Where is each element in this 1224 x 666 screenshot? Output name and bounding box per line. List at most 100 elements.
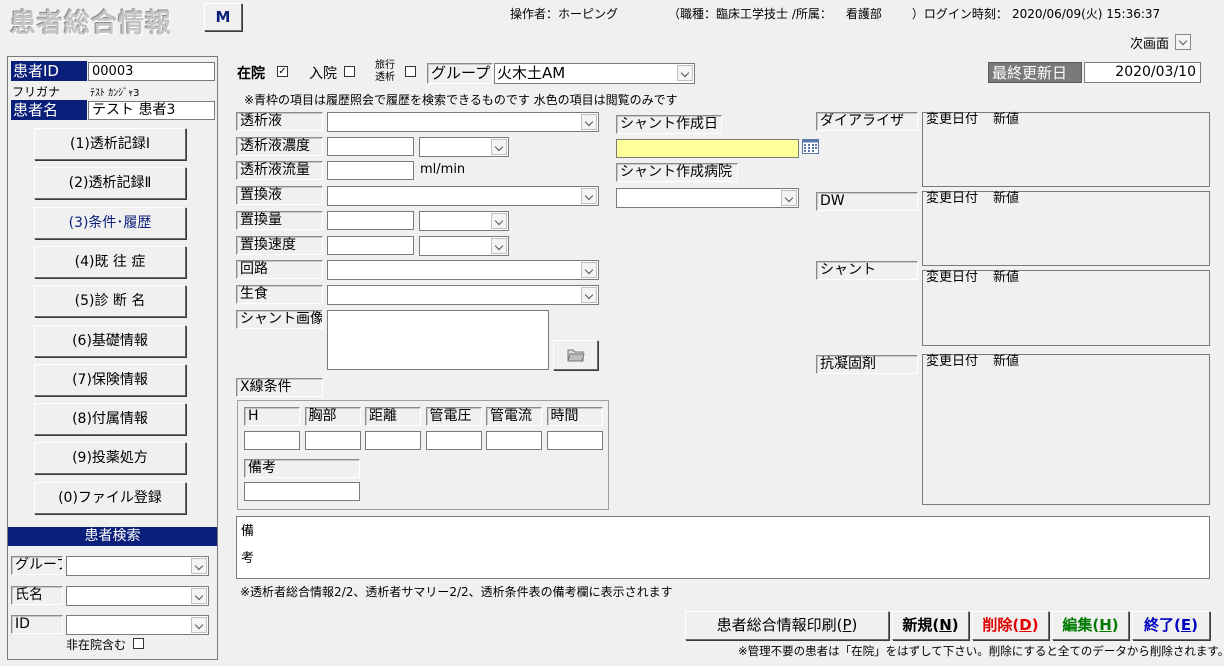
nav-button-4[interactable]: (4)既 往 症 [34,245,186,278]
xray-col-label-5: 管電流 [486,407,542,426]
include-inactive-checkbox[interactable] [133,638,144,649]
search-name-select[interactable] [66,586,209,606]
new-key: N [939,616,952,634]
dialysate-select[interactable] [327,112,599,132]
chevron-down-icon [191,617,207,633]
exit-button[interactable]: 終了(E) [1132,611,1210,640]
chevron-down-icon [491,213,507,229]
print-button[interactable]: 患者総合情報印刷(P) [685,611,889,640]
patient-name-field[interactable]: テスト 患者3 [88,101,215,120]
chevron-down-icon [491,238,507,254]
shunt-hospital-label: シャント作成病院 [616,163,738,182]
delete-button[interactable]: 削除(D) [972,611,1049,640]
operator-name: ホーピング [558,7,619,21]
calendar-icon[interactable] [802,139,819,154]
xray-col-field-2[interactable] [304,431,361,450]
new-value-header: 新値 [993,112,1020,127]
replacement-select[interactable] [327,186,599,206]
xray-col-field-5[interactable] [486,431,542,450]
nav-button-8[interactable]: (8)付属情報 [34,403,186,436]
shunt-date-field[interactable] [616,139,799,158]
flow-field[interactable] [327,161,414,180]
anticoag-history: 変更日付 新値 [922,354,1210,505]
search-id-select[interactable] [66,615,209,635]
circuit-select[interactable] [327,260,599,280]
replacement-speed-label: 置換速度 [236,236,323,255]
nav-button-10[interactable]: (0)ファイル登録 [34,481,186,514]
xray-col-field-3[interactable] [365,431,421,450]
exit-label: 終了( [1144,616,1181,634]
xray-col-label-1: H [244,407,300,426]
circuit-label: 回路 [236,260,323,279]
edit-close: ) [1111,616,1119,634]
dialyzer-history: 変更日付 新値 [922,112,1210,187]
change-date-header: 変更日付 [926,112,979,127]
dialysate-label: 透析液 [236,112,323,131]
remarks-label-1: 備 [241,524,255,539]
nav-button-1[interactable]: (1)透析記録Ⅰ [34,128,186,160]
nyuin-checkbox[interactable] [344,66,355,77]
replacement-vol-field[interactable] [327,211,414,230]
dw-label: DW [816,192,918,211]
xray-col-label-3: 距離 [365,407,421,426]
replacement-speed-field[interactable] [327,236,414,255]
nav-button-2[interactable]: (2)透析記録Ⅱ [34,167,186,200]
job-value: 臨床工学技士 [716,7,789,21]
xray-col-field-1[interactable] [244,431,300,450]
nav-button-7[interactable]: (7)保険情報 [34,363,186,396]
replacement-vol-select[interactable] [419,211,509,231]
new-close: ) [951,616,959,634]
m-button[interactable]: M [204,3,242,31]
search-name-label: 氏名 [11,586,63,605]
shunt-hospital-select[interactable] [616,188,799,208]
operator-info: 操作者：ホーピング [510,5,618,22]
chevron-down-icon [581,262,597,278]
next-screen-button[interactable] [1175,34,1191,50]
delete-close: ) [1031,616,1039,634]
group-label: グループ [427,63,493,84]
ryoko-checkbox[interactable] [405,66,416,77]
edit-button[interactable]: 編集(H) [1052,611,1129,640]
xray-col-label-6: 時間 [546,407,603,426]
job-label: （職種： [668,7,717,21]
replacement-speed-select[interactable] [419,236,509,256]
xray-note-field[interactable] [244,482,360,501]
nav-button-3[interactable]: (3)条件･履歴 [34,206,186,239]
remarks-field[interactable] [236,516,1210,579]
search-group-select[interactable] [66,556,209,576]
dept-label: /所属： [791,7,832,21]
xray-col-label-2: 胸部 [304,407,361,426]
chevron-down-icon [191,558,207,574]
xray-label: X線条件 [236,378,323,397]
login-label: ）ログイン時刻： [911,7,1008,21]
zaiin-checkbox[interactable]: ✓ [277,66,288,77]
concentration-select[interactable] [419,137,509,157]
saline-select[interactable] [327,285,599,305]
new-button[interactable]: 新規(N) [892,611,969,640]
operator-label: 操作者： [510,7,559,21]
shunt-history: 変更日付 新値 [922,270,1210,346]
chevron-down-icon [581,188,597,204]
concentration-field[interactable] [327,137,414,156]
nav-button-5[interactable]: (5)診 断 名 [34,285,186,318]
chevron-down-icon [191,588,207,604]
flow-label: 透析液流量 [236,161,323,180]
furigana-value: ﾃｽﾄ ｶﾝｼﾞｬ3 [90,88,140,99]
chevron-down-icon [677,65,693,81]
dept-value: 看護部 [845,7,882,21]
footer-note: ※管理不要の患者は「在院」をはずして下さい。削除にすると全てのデータから削除され… [738,644,1224,658]
flow-unit: ml/min [420,162,466,177]
print-label: 患者総合情報印刷( [716,616,843,634]
xray-col-field-6[interactable] [546,431,603,450]
nav-button-9[interactable]: (9)投薬処方 [34,442,186,475]
replacement-vol-label: 置換量 [236,211,323,230]
nav-button-6[interactable]: (6)基礎情報 [34,324,186,357]
shunt-image-box[interactable] [327,310,549,370]
exit-close: ) [1191,616,1198,634]
patient-id-field[interactable]: 00003 [88,62,215,81]
concentration-label: 透析液濃度 [236,137,323,156]
xray-col-field-4[interactable] [425,431,482,450]
group-select[interactable]: 火木土AM [494,63,695,84]
folder-open-button[interactable] [553,340,598,370]
login-time: 2020/06/09(火) 15:36:37 [1011,7,1161,21]
